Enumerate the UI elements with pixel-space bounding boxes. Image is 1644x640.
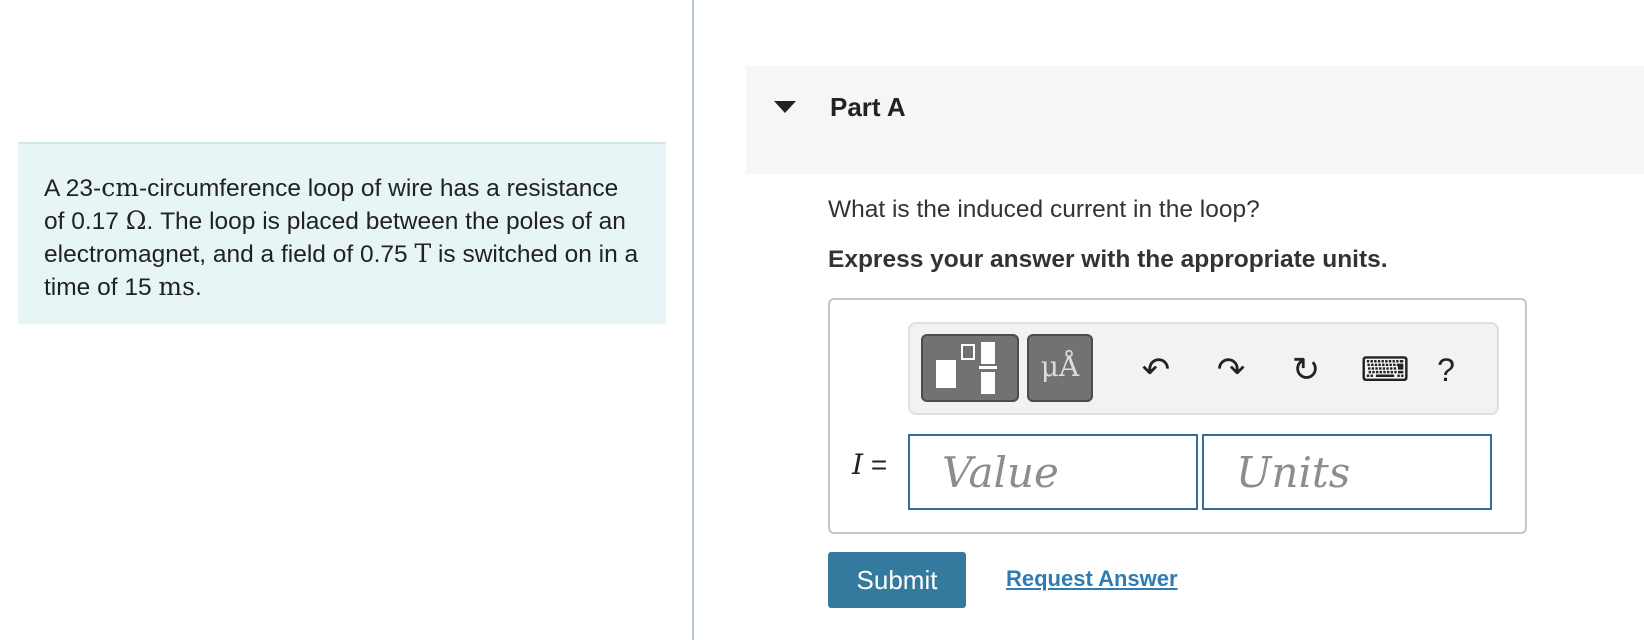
unit-cm: cm xyxy=(101,173,139,202)
answer-variable-label: I = xyxy=(852,448,887,481)
symbols-label: μÅ xyxy=(1040,350,1080,383)
reset-icon[interactable]: ↻ xyxy=(1283,342,1329,398)
submit-button[interactable]: Submit xyxy=(828,552,966,608)
pane-divider xyxy=(692,0,694,640)
answer-variable: I xyxy=(852,448,864,481)
problem-statement-box: A 23-cm-circumference loop of wire has a… xyxy=(18,142,666,324)
request-answer-link[interactable]: Request Answer xyxy=(1006,566,1178,592)
units-input[interactable] xyxy=(1202,434,1492,510)
keyboard-icon[interactable]: ⌨ xyxy=(1360,342,1409,398)
instruction-text: Express your answer with the appropriate… xyxy=(828,246,1388,273)
answer-box: μÅ ↶ ↷ ↻ ⌨ ? I = xyxy=(828,298,1527,534)
unit-tesla: T xyxy=(414,239,432,268)
help-icon[interactable]: ? xyxy=(1423,342,1469,398)
templates-button[interactable] xyxy=(921,334,1019,402)
part-a-header[interactable]: Part A xyxy=(746,66,1644,174)
math-toolbar: μÅ ↶ ↷ ↻ ⌨ ? xyxy=(908,322,1499,415)
collapse-caret-icon[interactable] xyxy=(774,101,796,113)
question-text: What is the induced current in the loop? xyxy=(828,196,1260,223)
unit-ms: ms xyxy=(158,272,195,301)
value-input[interactable] xyxy=(908,434,1198,510)
undo-icon[interactable]: ↶ xyxy=(1133,342,1179,398)
redo-icon[interactable]: ↷ xyxy=(1208,342,1254,398)
problem-statement: A 23-cm-circumference loop of wire has a… xyxy=(44,173,639,301)
unit-ohm: Ω xyxy=(125,206,147,235)
problem-pane: A 23-cm-circumference loop of wire has a… xyxy=(0,0,692,640)
fraction-template-icon xyxy=(936,360,956,388)
symbols-button[interactable]: μÅ xyxy=(1027,334,1093,402)
equals-sign: = xyxy=(863,449,888,480)
part-title: Part A xyxy=(830,92,906,122)
